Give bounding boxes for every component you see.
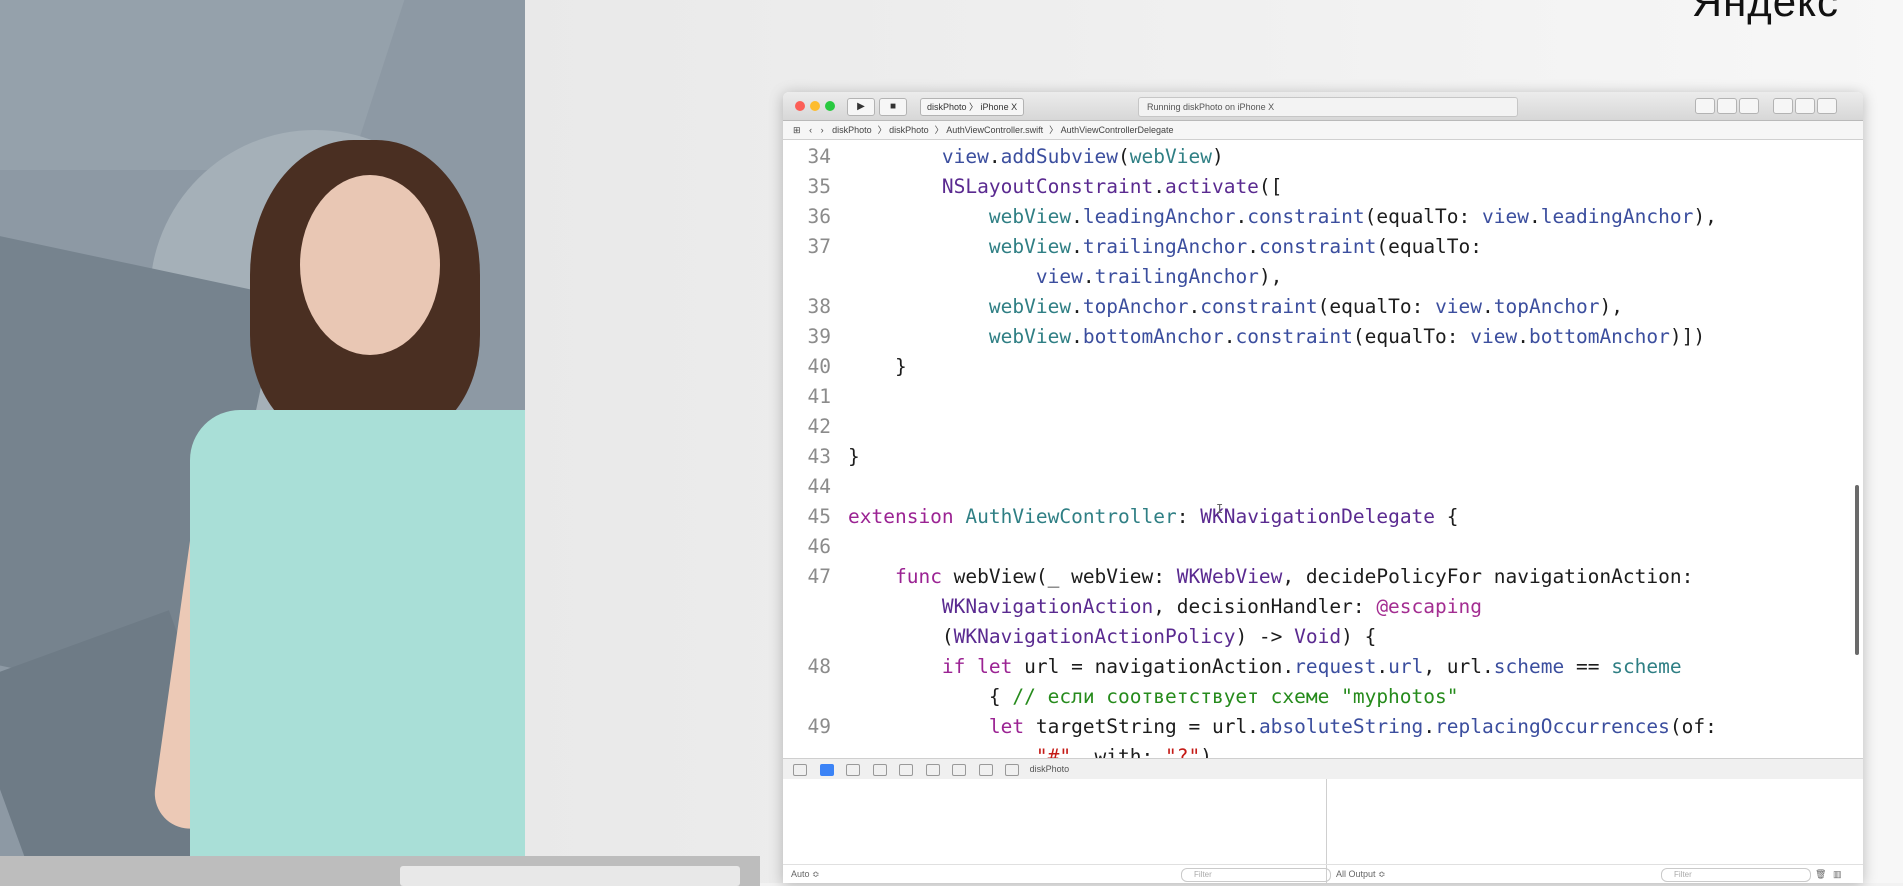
zoom-window-button[interactable] xyxy=(825,101,835,111)
split-view-icon[interactable]: ▥ xyxy=(1833,865,1842,883)
code-line: 43} xyxy=(807,445,860,468)
step-in-icon[interactable] xyxy=(899,763,914,776)
output-select[interactable]: All Output ≎ xyxy=(1336,865,1386,883)
debug-area-toggle-button[interactable] xyxy=(1795,98,1815,114)
activity-status: Running diskPhoto on iPhone X xyxy=(1138,97,1518,117)
presenter-shirt xyxy=(190,410,525,880)
run-button[interactable]: ▶ xyxy=(847,98,875,116)
jumpbar-group[interactable]: diskPhoto xyxy=(889,125,929,135)
debug-area: Auto ≎ Filter All Output ≎ Filter 🗑 ▥ xyxy=(783,779,1863,883)
code-line: { // если соответствует схеме "myphotos" xyxy=(848,685,1459,708)
scheme-selector[interactable]: diskPhoto 〉 iPhone X xyxy=(920,98,1025,116)
keyboard xyxy=(400,866,740,886)
step-over-icon[interactable] xyxy=(872,763,887,776)
variables-scope-select[interactable]: Auto ≎ xyxy=(791,865,820,883)
editor-scrollbar[interactable] xyxy=(1855,485,1859,655)
code-line: WKNavigationAction, decisionHandler: @es… xyxy=(941,595,1482,618)
code-line: 38 webView.topAnchor.constraint(equalTo:… xyxy=(807,295,1623,318)
code-line: 34 view.addSubview(webView) xyxy=(807,145,1224,168)
location-icon[interactable] xyxy=(1005,763,1020,776)
utilities-toggle-button[interactable] xyxy=(1817,98,1837,114)
code-line: view.trailingAnchor), xyxy=(1035,265,1283,288)
code-line: 42 xyxy=(807,415,831,438)
debug-target: diskPhoto xyxy=(1029,764,1070,774)
code-line: 37 webView.trailingAnchor.constraint(equ… xyxy=(807,235,1483,258)
xcode-window: ▶ ■ diskPhoto 〉 iPhone X Running diskPho… xyxy=(783,92,1863,883)
code-line: (WKNavigationActionPolicy) -> Void) { xyxy=(848,625,1377,648)
ibeam-cursor-icon: I xyxy=(1216,502,1224,516)
minimize-window-button[interactable] xyxy=(810,101,820,111)
jumpbar-symbol[interactable]: AuthViewControllerDelegate xyxy=(1061,125,1174,135)
stop-button[interactable]: ■ xyxy=(879,98,907,116)
code-line: 41 xyxy=(807,385,831,408)
code-line: 45 extension AuthViewController: WKNaviga… xyxy=(807,505,1459,528)
view-hierarchy-icon[interactable] xyxy=(952,763,967,776)
toolbar: ▶ ■ diskPhoto 〉 iPhone X Running diskPho… xyxy=(783,92,1863,121)
scheme-project: diskPhoto xyxy=(927,102,967,112)
jumpbar-file[interactable]: AuthViewController.swift xyxy=(946,125,1043,135)
memory-graph-icon[interactable] xyxy=(978,763,993,776)
assistant-editor-button[interactable] xyxy=(1717,98,1737,114)
standard-editor-button[interactable] xyxy=(1695,98,1715,114)
code-line: 39 webView.bottomAnchor.constraint(equal… xyxy=(807,325,1706,348)
code-line: 48 if let url = navigationAction.request… xyxy=(807,655,1682,678)
close-window-button[interactable] xyxy=(795,101,805,111)
version-editor-button[interactable] xyxy=(1739,98,1759,114)
code-line: 44 xyxy=(807,475,831,498)
console-filter-input[interactable]: Filter xyxy=(1661,868,1811,882)
variables-filter-input[interactable]: Filter xyxy=(1181,868,1331,882)
hide-debug-area-icon[interactable] xyxy=(793,763,807,776)
trash-icon[interactable]: 🗑 xyxy=(1815,865,1826,883)
jumpbar-project[interactable]: diskPhoto xyxy=(832,125,872,135)
code-editor[interactable]: 34 view.addSubview(webView) 35 NSLayoutC… xyxy=(783,140,1863,758)
brand-logo: Яндекс xyxy=(1691,0,1839,25)
jump-bar: ⊞ ‹ › diskPhoto 〉 diskPhoto 〉 AuthViewCont… xyxy=(783,121,1863,140)
debug-bar: diskPhoto xyxy=(783,758,1863,780)
code-line: "#", with: "?") xyxy=(1035,745,1212,758)
code-line: 46 xyxy=(807,535,831,558)
presenter-face xyxy=(300,175,440,355)
presenter-photo xyxy=(0,0,525,883)
forward-button[interactable]: › xyxy=(821,125,824,135)
code-line: 47 func webView(_ webView: WKWebView, de… xyxy=(807,565,1694,588)
code-line: 49 let targetString = url.absoluteString… xyxy=(807,715,1717,738)
related-items-icon[interactable]: ⊞ xyxy=(793,125,801,135)
debug-footer: Auto ≎ Filter All Output ≎ Filter 🗑 ▥ xyxy=(783,864,1863,883)
code-line: 35 NSLayoutConstraint.activate([ xyxy=(807,175,1283,198)
navigator-toggle-button[interactable] xyxy=(1773,98,1793,114)
breakpoints-toggle-icon[interactable] xyxy=(819,763,834,776)
code-line: 40 } xyxy=(807,355,907,378)
scheme-device: iPhone X xyxy=(980,102,1018,112)
step-out-icon[interactable] xyxy=(925,763,940,776)
back-button[interactable]: ‹ xyxy=(809,125,812,135)
code-line: 36 webView.leadingAnchor.constraint(equa… xyxy=(807,205,1717,228)
pause-icon[interactable] xyxy=(846,763,861,776)
